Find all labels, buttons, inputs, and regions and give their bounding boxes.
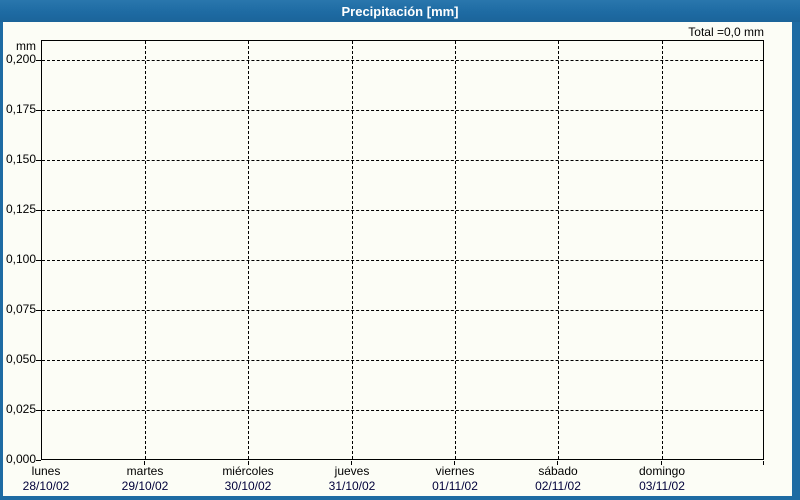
v-gridline <box>248 41 249 459</box>
x-axis-tick <box>763 461 764 465</box>
y-axis-tick <box>36 110 41 111</box>
y-axis-tick <box>36 210 41 211</box>
window-border-bottom <box>0 496 800 500</box>
x-axis-day: lunes 28/10/02 <box>0 464 101 494</box>
day-date: 28/10/02 <box>22 479 70 493</box>
y-axis-tick <box>36 410 41 411</box>
plot-area <box>41 40 764 460</box>
x-axis-day: martes 29/10/02 <box>90 464 200 494</box>
y-axis-label: 0,075 <box>5 302 36 316</box>
y-axis-label: 0,100 <box>5 252 36 266</box>
day-name: domingo <box>638 464 686 478</box>
day-date: 01/11/02 <box>432 479 478 493</box>
y-axis-tick <box>36 310 41 311</box>
day-name: viernes <box>435 464 475 478</box>
v-gridline <box>558 41 559 459</box>
h-gridline <box>42 110 763 111</box>
x-axis-day: domingo 03/11/02 <box>607 464 717 494</box>
x-axis-day: sábado 02/11/02 <box>503 464 613 494</box>
h-gridline <box>42 360 763 361</box>
y-axis-tick <box>36 160 41 161</box>
x-axis-day: viernes 01/11/02 <box>400 464 510 494</box>
day-name: lunes <box>31 464 61 478</box>
day-name: sábado <box>538 464 578 478</box>
chart-title: Precipitación [mm] <box>341 3 459 19</box>
y-axis-label: 0,175 <box>5 102 36 116</box>
y-axis-label: 0,150 <box>5 152 36 166</box>
h-gridline <box>42 310 763 311</box>
v-gridline <box>455 41 456 459</box>
h-gridline <box>42 160 763 161</box>
y-axis-label: 0,025 <box>5 402 36 416</box>
h-gridline <box>42 210 763 211</box>
chart-title-bar: Precipitación [mm] <box>0 0 800 22</box>
day-date: 30/10/02 <box>224 479 272 493</box>
day-date: 02/11/02 <box>535 479 581 493</box>
h-gridline <box>42 60 763 61</box>
day-date: 03/11/02 <box>639 479 685 493</box>
h-gridline <box>42 260 763 261</box>
v-gridline <box>145 41 146 459</box>
day-name: martes <box>126 464 164 478</box>
day-date: 29/10/02 <box>121 479 169 493</box>
y-axis-tick <box>36 460 41 461</box>
y-axis-tick <box>36 60 41 61</box>
y-axis-label: 0,200 <box>5 52 36 66</box>
total-precipitation-label: Total =0,0 mm <box>688 25 764 39</box>
window-border-right <box>792 22 800 500</box>
y-axis-tick <box>36 260 41 261</box>
h-gridline <box>42 410 763 411</box>
day-name: miércoles <box>222 464 274 478</box>
v-gridline <box>662 41 663 459</box>
y-axis-label: 0,125 <box>5 202 36 216</box>
y-axis-tick <box>36 360 41 361</box>
x-axis-day: miércoles 30/10/02 <box>193 464 303 494</box>
day-date: 31/10/02 <box>328 479 376 493</box>
x-axis-day: jueves 31/10/02 <box>297 464 407 494</box>
day-name: jueves <box>334 464 370 478</box>
y-axis-label: 0,050 <box>5 352 36 366</box>
v-gridline <box>352 41 353 459</box>
